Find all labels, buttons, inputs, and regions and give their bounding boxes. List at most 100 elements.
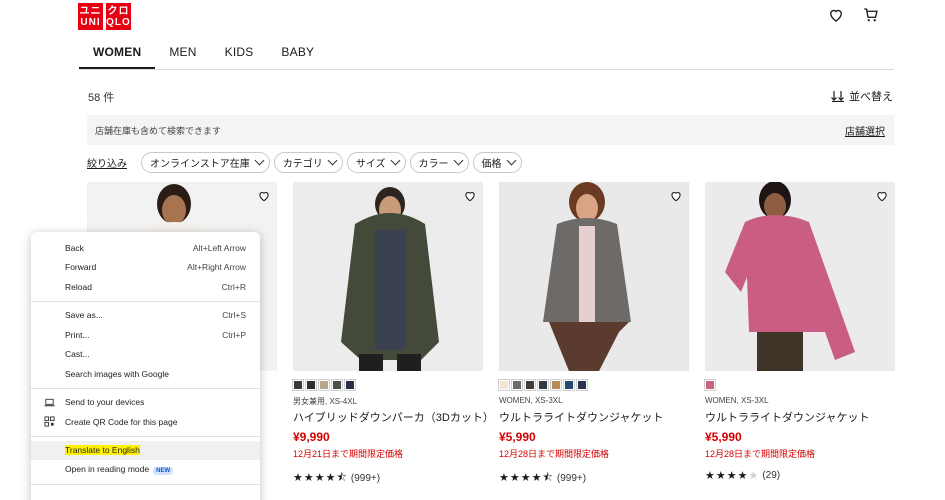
review-count: (999+) [350, 473, 381, 484]
menu-separator [31, 435, 260, 437]
chevron-down-icon [453, 155, 463, 166]
product-rating: ★★★★⯪ (999+) [293, 469, 380, 488]
chevron-down-icon [506, 155, 516, 166]
color-swatch[interactable] [704, 379, 716, 391]
product-card[interactable]: WOMEN, XS-3XL ウルトラライトダウンジャケット ¥5,990 12月… [704, 182, 895, 482]
sort-label: 並べ替え [849, 91, 893, 103]
product-meta: WOMEN, XS-3XL [705, 396, 769, 405]
heart-icon[interactable] [827, 6, 845, 24]
filter-color[interactable]: カラー [409, 152, 469, 173]
menu-item-print[interactable]: Print... Ctrl+P [31, 325, 260, 345]
menu-item-label: Create QR Code for this page [65, 416, 178, 427]
color-swatch[interactable] [305, 379, 317, 391]
menu-item-back[interactable]: Back Alt+Left Arrow [31, 238, 260, 258]
filter-size[interactable]: サイズ [346, 152, 406, 173]
logo-block-left: ユニ UNI [78, 3, 103, 30]
color-swatch[interactable] [331, 379, 343, 391]
product-name[interactable]: ウルトラライトダウンジャケット [499, 409, 663, 425]
tab-baby[interactable]: BABY [267, 35, 328, 69]
chevron-down-icon [254, 155, 265, 166]
product-price: ¥9,990 [293, 430, 330, 444]
menu-item-reading-mode[interactable]: Open in reading mode NEW [31, 460, 260, 480]
context-menu: Back Alt+Left Arrow Forward Alt+Right Arro… [31, 232, 260, 500]
menu-shortcut: Alt+Left Arrow [192, 242, 246, 253]
menu-item-label: Reload [65, 281, 92, 292]
color-swatches [292, 379, 356, 391]
qr-code-icon [44, 416, 55, 427]
favorite-heart-icon[interactable] [257, 189, 271, 203]
product-meta: 男女兼用, XS-4XL [293, 397, 358, 406]
menu-shortcut: Ctrl+S [222, 310, 246, 321]
menu-item-label: Send to your devices [65, 397, 145, 408]
color-swatch[interactable] [292, 379, 304, 391]
filter-label: 価格 [481, 159, 502, 170]
tab-kids[interactable]: KIDS [211, 35, 268, 69]
color-swatch[interactable] [511, 379, 523, 391]
filter-online-stock[interactable]: オンラインストア在庫 [141, 152, 270, 173]
tab-women[interactable]: WOMEN [79, 35, 156, 69]
color-swatches [498, 379, 588, 391]
select-store-link[interactable]: 店舗選択 [845, 123, 885, 138]
uniqlo-logo[interactable]: ユニ UNI クロ QLO [78, 3, 131, 30]
menu-shortcut: Ctrl+P [222, 329, 246, 340]
menu-item-cast[interactable]: Cast... [31, 345, 260, 365]
review-count: (29) [762, 470, 781, 481]
filter-bar: 絞り込み オンラインストア在庫 カテゴリ サイズ カラー 価格 [87, 152, 522, 173]
product-name[interactable]: ハイブリッドダウンパーカ（3Dカット） [293, 409, 494, 425]
color-swatch[interactable] [498, 379, 510, 391]
color-swatch[interactable] [524, 379, 536, 391]
narrow-down-link[interactable]: 絞り込み [87, 155, 127, 170]
tab-men[interactable]: MEN [155, 35, 210, 69]
sort-button[interactable]: 並べ替え [831, 88, 893, 104]
favorite-heart-icon[interactable] [463, 189, 477, 203]
menu-shortcut: Ctrl+R [221, 281, 246, 292]
color-swatch[interactable] [563, 379, 575, 391]
promo-text: 12月21日まで期間限定価格 [293, 449, 404, 459]
rating-stars: ★★★★⯪ [293, 472, 348, 484]
color-swatch[interactable] [344, 379, 356, 391]
result-count: 58 件 [88, 92, 115, 104]
product-name[interactable]: ウルトラライトダウンジャケット [705, 409, 869, 425]
tabs-divider [79, 69, 894, 70]
product-price: ¥5,990 [499, 430, 536, 444]
menu-item-forward[interactable]: Forward Alt+Right Arrow [31, 258, 260, 278]
filter-label: カラー [418, 159, 449, 170]
product-rating: ★★★★ ★ (29) [705, 469, 780, 482]
color-swatch[interactable] [537, 379, 549, 391]
menu-item-label: Back [65, 242, 84, 253]
color-swatch[interactable] [318, 379, 330, 391]
color-swatches [704, 379, 716, 391]
rating-star-empty: ★ [748, 470, 760, 482]
filter-price[interactable]: 価格 [472, 152, 522, 173]
product-card[interactable]: 男女兼用, XS-4XL ハイブリッドダウンパーカ（3Dカット） ¥9,990 … [292, 182, 494, 484]
chevron-down-icon [390, 155, 400, 166]
product-card[interactable]: WOMEN, XS-3XL ウルトラライトダウンジャケット ¥5,990 12月… [498, 182, 689, 484]
menu-item-reload[interactable]: Reload Ctrl+R [31, 277, 260, 297]
favorite-heart-icon[interactable] [875, 189, 889, 203]
store-stock-text: 店舗在庫も含めて検索できます [95, 125, 222, 136]
favorite-heart-icon[interactable] [669, 189, 683, 203]
filter-category[interactable]: カテゴリ [273, 152, 343, 173]
promo-text: 12月28日まで期間限定価格 [499, 449, 610, 459]
new-badge: NEW [153, 467, 174, 476]
menu-item-label: Open in reading mode [65, 464, 150, 475]
color-swatch[interactable] [550, 379, 562, 391]
category-tabs: WOMEN MEN KIDS BABY [79, 35, 328, 69]
cart-icon[interactable] [862, 6, 880, 24]
menu-item-label: Cast... [65, 349, 90, 360]
color-swatch[interactable] [576, 379, 588, 391]
product-image[interactable] [293, 182, 483, 371]
menu-item-label: Forward [65, 262, 97, 273]
menu-item-send-to-devices[interactable]: Send to your devices [31, 393, 260, 413]
menu-item-search-images[interactable]: Search images with Google [31, 364, 260, 384]
menu-separator [31, 300, 260, 302]
product-image[interactable] [705, 182, 895, 371]
menu-item-translate[interactable]: Translate to English [31, 440, 260, 460]
product-image[interactable] [499, 182, 689, 371]
menu-item-save-as[interactable]: Save as... Ctrl+S [31, 306, 260, 326]
menu-separator [31, 387, 260, 389]
menu-item-create-qr[interactable]: Create QR Code for this page [31, 412, 260, 432]
rating-stars: ★★★★ [705, 470, 749, 482]
menu-item-label: Save as... [65, 310, 103, 321]
menu-item-label: Translate to English [65, 445, 140, 456]
